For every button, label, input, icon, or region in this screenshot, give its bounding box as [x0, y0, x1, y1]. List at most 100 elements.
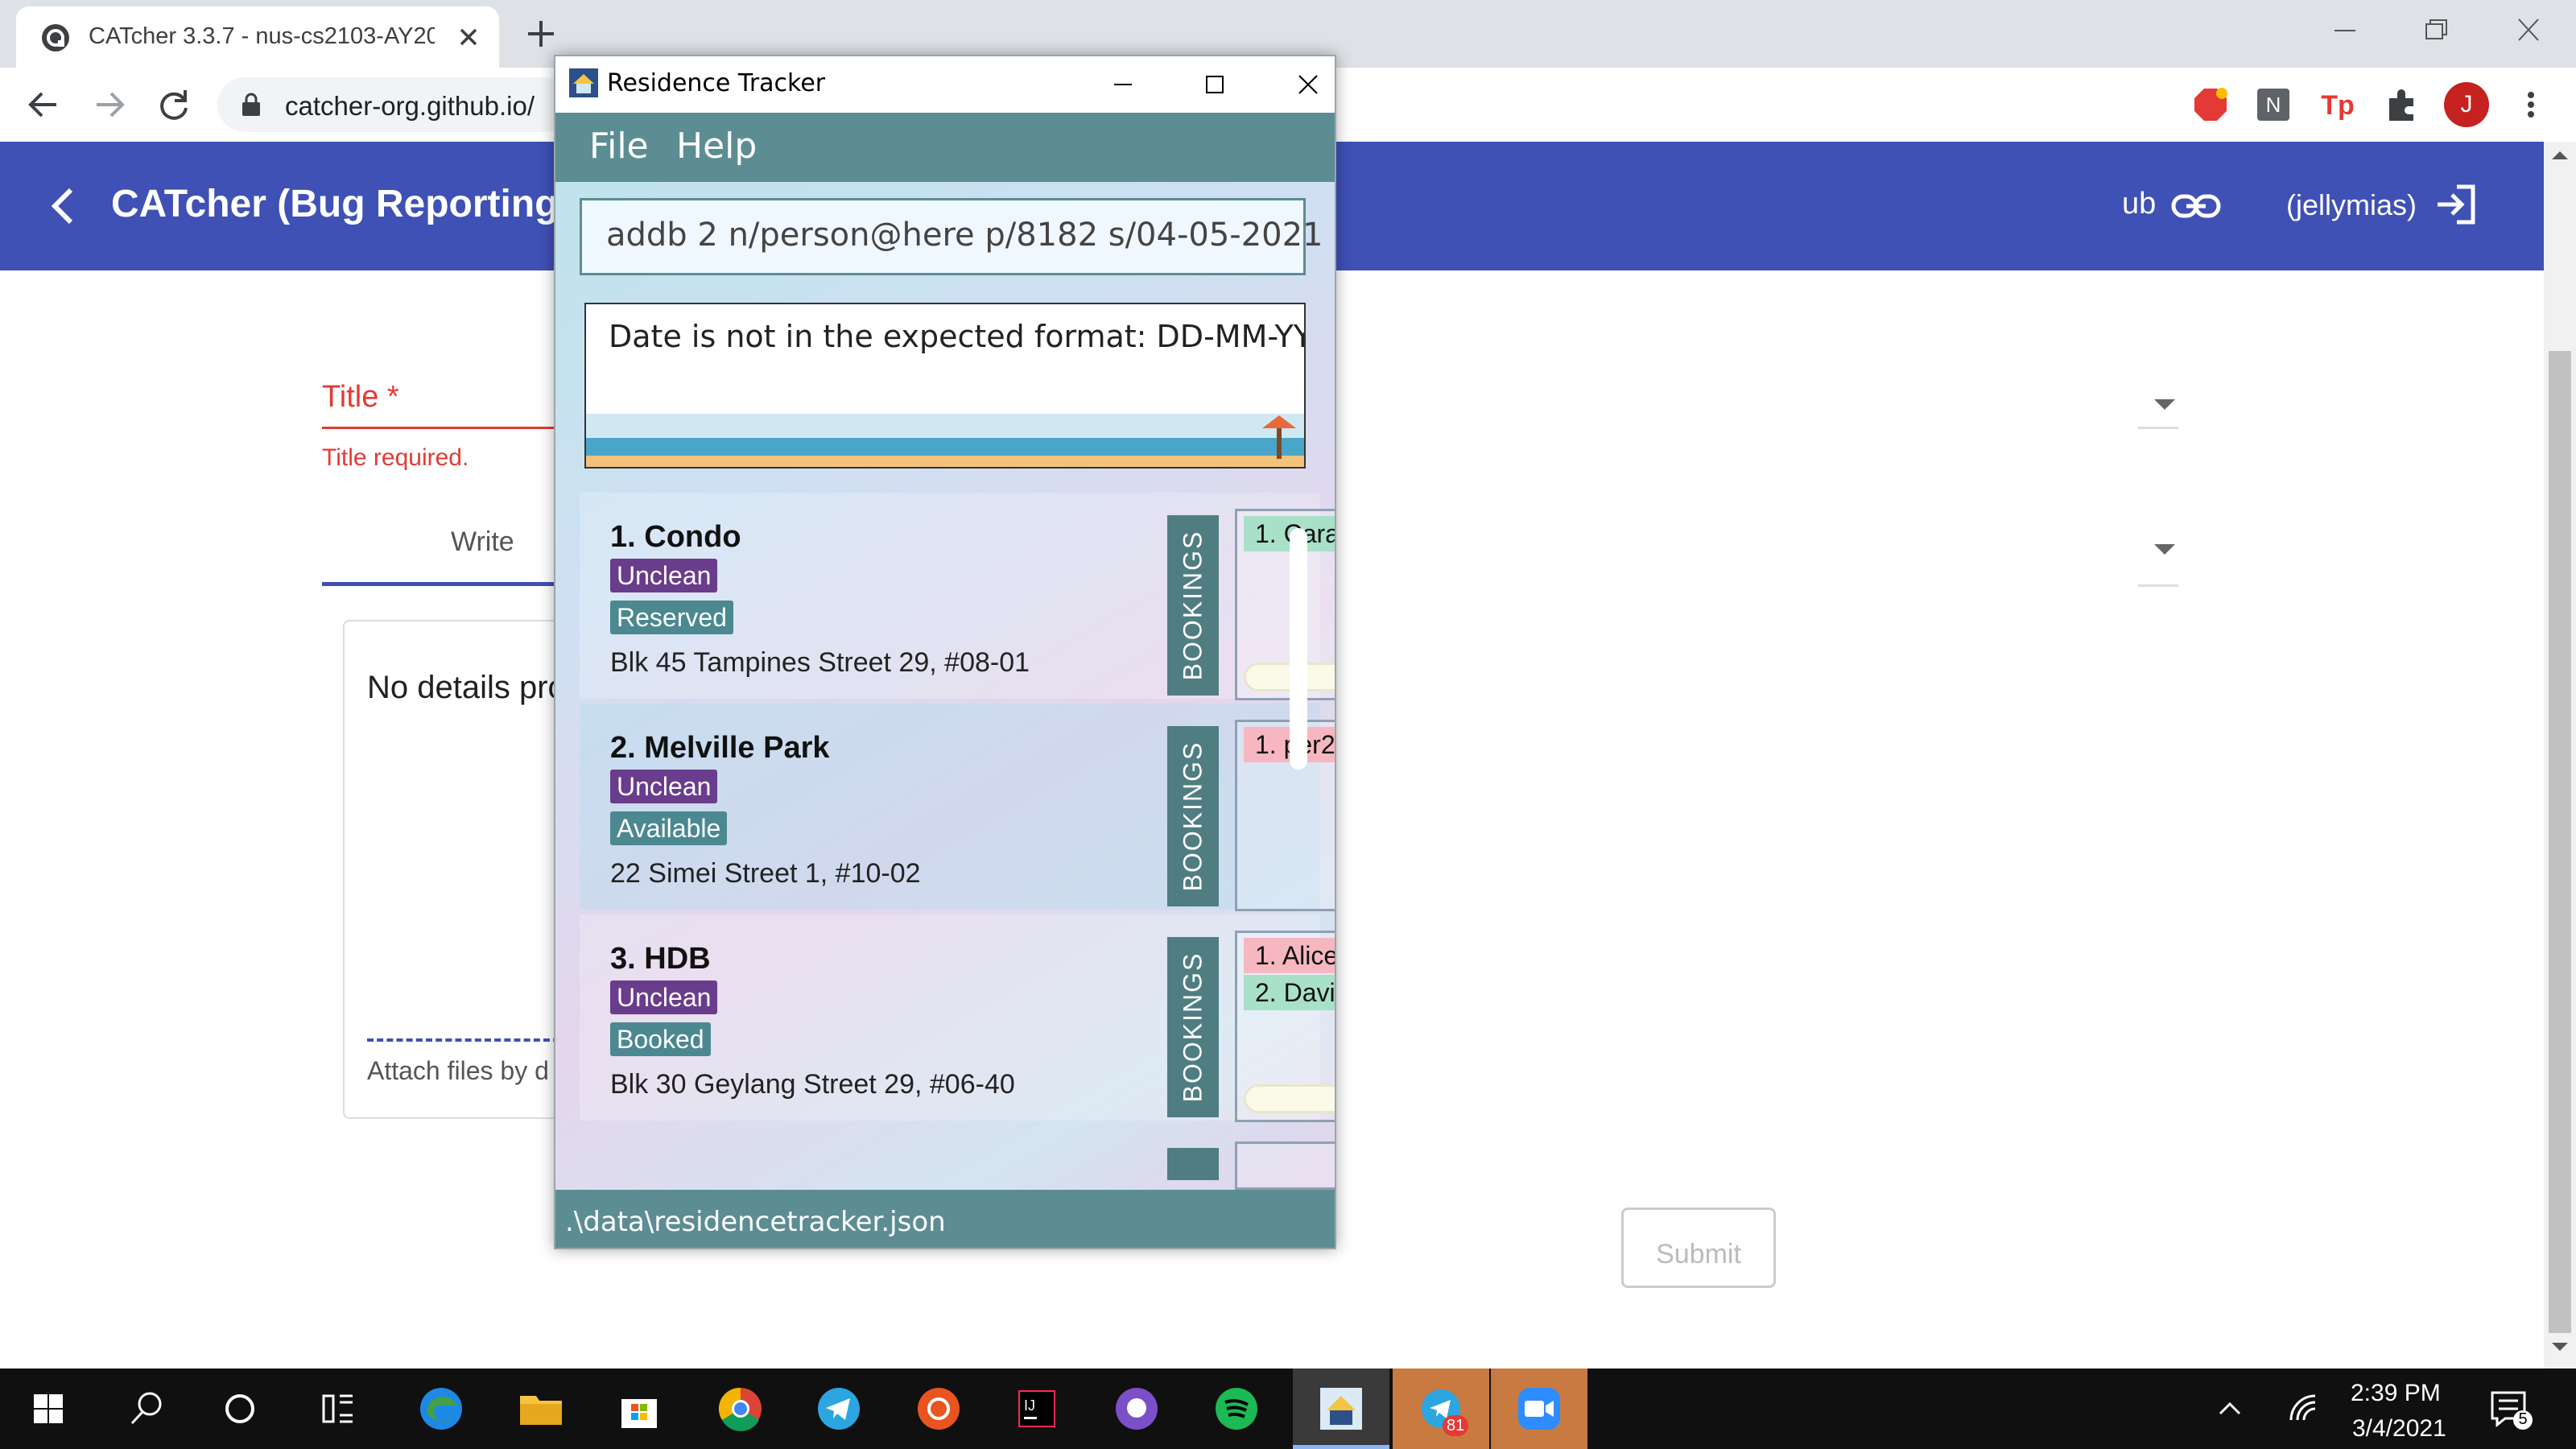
minimize-icon[interactable] [2325, 14, 2365, 47]
scrollbar-thumb[interactable] [2549, 351, 2571, 1333]
bookings-label: BOOKINGS [1167, 937, 1219, 1117]
close-icon[interactable] [1288, 64, 1328, 105]
residence-tracker-window: Residence Tracker File Help addb 2 n/per… [554, 55, 1336, 1249]
address-bar[interactable]: catcher-org.github.io/ [217, 77, 572, 132]
residence-address: Blk 30 Geylang Street 29, #06-40 [610, 1069, 1015, 1100]
clock-time[interactable]: 2:39 PM [2351, 1380, 2441, 1407]
github-icon[interactable] [1111, 1383, 1162, 1435]
browser-tab[interactable]: CATcher 3.3.7 - nus-cs2103-AY20 [16, 6, 499, 68]
cortana-icon[interactable] [214, 1383, 266, 1435]
task-view-icon[interactable] [312, 1383, 364, 1435]
logout-icon[interactable] [2433, 182, 2478, 227]
maximize-icon[interactable] [1195, 64, 1235, 105]
back-arrow-icon[interactable] [23, 84, 64, 126]
booking-status-tag: Available [610, 811, 728, 845]
bookings-list[interactable]: 1. per2; Phone: 123; Start: 01-02-2021; … [1235, 720, 1335, 911]
windows-taskbar: IJ 81 2:39 PM 3/4/2021 5 [0, 1368, 2576, 1449]
intellij-icon[interactable]: IJ [1011, 1383, 1063, 1435]
close-window-icon[interactable] [2508, 14, 2549, 47]
type-dropdown-underline[interactable] [2138, 584, 2178, 587]
username-label: (jellymias) [2286, 188, 2417, 221]
telegram-badge: 81 [1443, 1415, 1469, 1436]
residence-name: 3. HDB [610, 942, 711, 976]
search-icon[interactable] [121, 1383, 172, 1435]
forward-arrow-icon[interactable] [89, 84, 130, 126]
svg-text:Tp: Tp [2321, 90, 2355, 121]
title-input-underline[interactable] [322, 427, 564, 429]
chrome-icon[interactable] [715, 1383, 766, 1435]
booking-item[interactable]: 2. David Michael; Phone: 82316788; Start… [1244, 975, 1335, 1010]
residence-app-icon [568, 68, 599, 98]
bookings-horizontal-scrollbar[interactable] [1244, 1084, 1335, 1113]
catcher-favicon-icon [40, 23, 71, 53]
residence-name: 2. Melville Park [610, 731, 830, 765]
taskbar-telegram-running[interactable]: 81 [1393, 1368, 1489, 1449]
residence-name: 1. Condo [610, 520, 741, 554]
clean-status-tag: Unclean [610, 559, 718, 592]
ubuntu-icon[interactable] [913, 1383, 964, 1435]
residence-list-scrollbar[interactable] [1290, 528, 1307, 770]
wifi-icon[interactable] [2286, 1391, 2322, 1426]
title-error-message: Title required. [322, 444, 469, 471]
residence-app-icon [1315, 1383, 1367, 1435]
new-tab-icon[interactable] [523, 16, 559, 52]
clean-status-tag: Unclean [610, 770, 718, 803]
store-icon[interactable] [613, 1383, 665, 1435]
file-explorer-icon[interactable] [515, 1383, 567, 1435]
scroll-up-arrow-icon[interactable] [2552, 151, 2568, 159]
link-icon[interactable] [2170, 188, 2222, 224]
bookings-list[interactable] [1235, 1141, 1335, 1190]
submit-button[interactable]: Submit [1621, 1208, 1776, 1288]
bookings-label: BOOKINGS [1167, 726, 1219, 906]
window-title: Residence Tracker [607, 69, 826, 97]
lock-icon [240, 92, 262, 118]
profile-avatar[interactable]: J [2444, 82, 2489, 127]
telegram-icon[interactable] [813, 1383, 865, 1435]
notification-count: 5 [2518, 1410, 2528, 1428]
bookings-list[interactable]: 1. Alice Carol; Phone: 90098118; Start: … [1235, 931, 1335, 1122]
puzzle-icon[interactable] [2383, 85, 2421, 124]
windows-start-icon[interactable] [23, 1383, 74, 1435]
menu-bar: File Help [555, 113, 1335, 182]
reload-icon[interactable] [153, 84, 195, 126]
edge-browser-icon[interactable] [415, 1383, 467, 1435]
notion-icon[interactable]: N [2254, 85, 2293, 124]
chevron-left-icon[interactable] [43, 184, 84, 229]
residence-list[interactable]: 1. Condo Unclean Reserved Blk 45 Tampine… [555, 182, 1335, 1190]
clean-status-tag: Unclean [610, 980, 718, 1014]
booking-status-tag: Reserved [610, 601, 733, 634]
menu-file[interactable]: File [589, 126, 649, 167]
spotify-icon[interactable] [1211, 1383, 1262, 1435]
menu-help[interactable]: Help [676, 126, 757, 167]
browser-tab-title: CATcher 3.3.7 - nus-cs2103-AY20 [89, 23, 435, 49]
dropdown-arrow-icon[interactable] [2154, 544, 2175, 555]
severity-dropdown-underline[interactable] [2138, 427, 2178, 429]
data-file-path: .\data\residencetracker.json [565, 1206, 946, 1238]
adblock-icon[interactable] [2191, 85, 2230, 124]
dropdown-arrow-icon[interactable] [2154, 399, 2175, 410]
booking-status-tag: Booked [610, 1022, 711, 1056]
svg-text:IJ: IJ [1024, 1397, 1035, 1414]
scroll-down-arrow-icon[interactable] [2552, 1343, 2568, 1351]
taskbar-zoom-running[interactable] [1491, 1368, 1587, 1449]
catcher-app-title: CATcher (Bug Reporting [111, 183, 559, 225]
title-field-label: Title * [322, 380, 399, 414]
attach-files-hint[interactable]: Attach files by d [367, 1056, 549, 1086]
clock-date[interactable]: 3/4/2021 [2352, 1415, 2446, 1443]
menu-dots-icon[interactable] [2515, 89, 2547, 121]
repo-link-text[interactable]: ub [2122, 187, 2156, 221]
close-tab-icon[interactable] [452, 21, 485, 53]
tracker-main-panel: addb 2 n/person@here p/8182 s/04-05-2021… [555, 182, 1335, 1190]
bookings-list[interactable]: 1. Cara Delevingne; Phone: 96221200; Sta… [1235, 509, 1335, 700]
minimize-icon[interactable] [1103, 64, 1143, 105]
status-bar: .\data\residencetracker.json [555, 1190, 1335, 1248]
taskbar-active-app[interactable] [1293, 1368, 1389, 1449]
booking-item[interactable]: 1. Alice Carol; Phone: 90098118; Start: … [1244, 938, 1335, 973]
notification-center-icon[interactable]: 5 [2487, 1388, 2536, 1433]
todoist-icon[interactable]: Tp [2318, 85, 2357, 124]
window-title-bar[interactable]: Residence Tracker [555, 56, 1335, 113]
zoom-icon [1513, 1383, 1565, 1435]
page-scrollbar[interactable] [2544, 142, 2576, 1368]
restore-icon[interactable] [2415, 14, 2455, 47]
chevron-up-icon[interactable] [2214, 1393, 2246, 1425]
